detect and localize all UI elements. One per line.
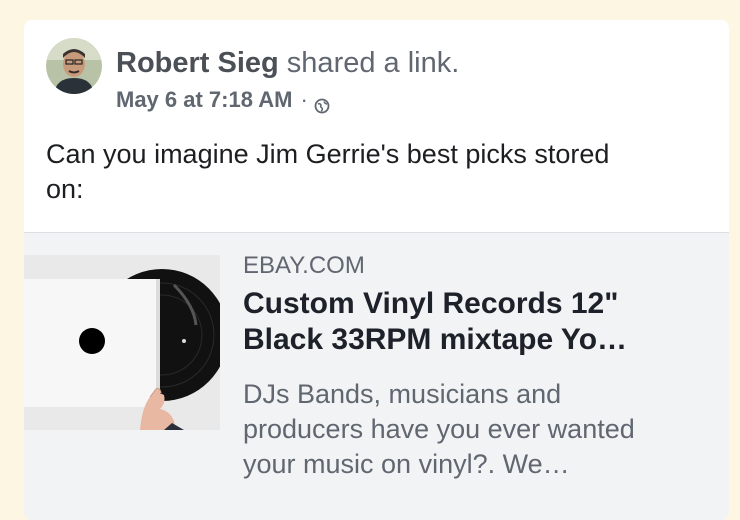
post-card: Robert Sieg shared a link. May 6 at 7:18… [24,20,729,520]
link-preview[interactable]: EBAY.COM Custom Vinyl Records 12" Black … [24,232,729,520]
link-title[interactable]: Custom Vinyl Records 12" Black 33RPM mix… [243,286,719,358]
globe-icon[interactable] [314,94,330,114]
author-name[interactable]: Robert Sieg [116,47,279,79]
vinyl-record-image[interactable] [24,255,220,430]
post-text: Can you imagine Jim Gerrie's best picks … [46,139,610,204]
link-description: DJs Bands, musicians and producers have … [243,379,635,479]
post-meta: May 6 at 7:18 AM · [116,87,330,114]
post-action-text: shared a link. [278,47,460,79]
author-avatar[interactable] [46,38,102,94]
post-header: Robert Sieg shared a link. [116,46,459,80]
post-timestamp[interactable]: May 6 at 7:18 AM [116,87,292,113]
meta-separator: · [300,87,308,112]
link-domain: EBAY.COM [243,252,365,279]
